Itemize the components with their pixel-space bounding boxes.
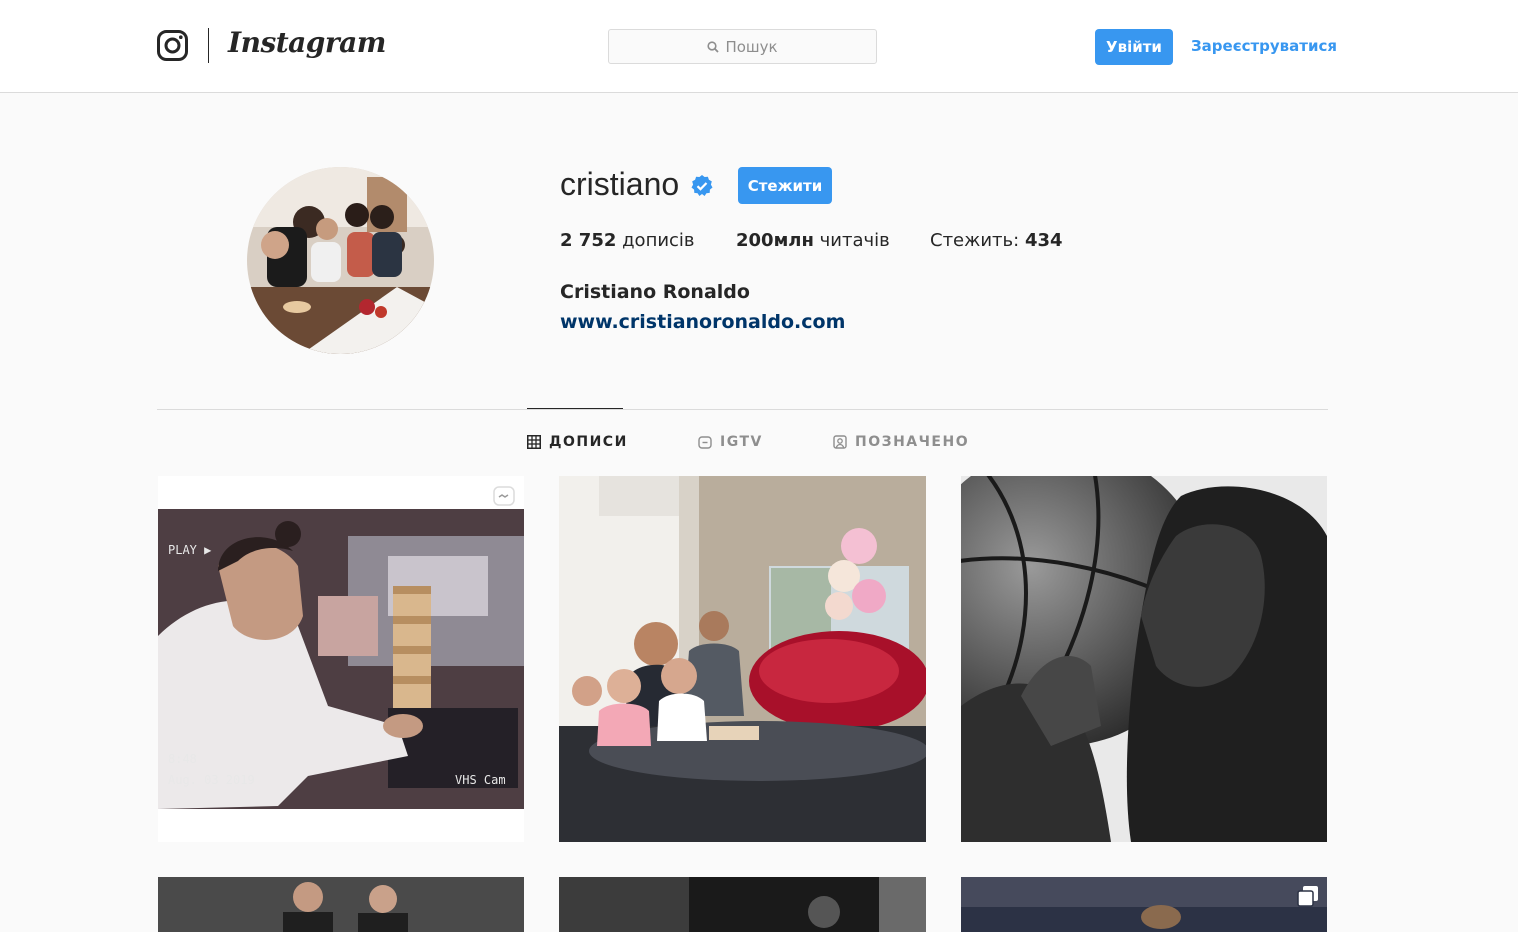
post-thumbnail[interactable]: PLAY ▶ 8:48 Aug. 03 2019 VHS Cam [158,476,524,842]
following-count-label: Стежить: [930,230,1020,251]
tab-igtv-label: IGTV [720,434,763,450]
signup-link[interactable]: Зареєструватися [1191,37,1337,55]
carousel-icon [1297,886,1318,907]
tab-tagged-label: ПОЗНАЧЕНО [855,434,970,450]
profile-username: cristiano [560,166,680,202]
posts-count-value: 2 752 [560,230,617,251]
active-tab-indicator [527,408,623,409]
vhs-date-label: Aug. 03 2019 [168,773,255,787]
vhs-cam-label: VHS Cam [455,773,506,787]
tab-igtv[interactable]: IGTV [698,434,763,450]
logo-divider [208,28,209,63]
grid-icon [527,435,541,449]
igtv-icon [493,486,515,506]
post-thumbnail[interactable] [961,476,1327,842]
top-navigation-bar: Instagram Пошук Увійти Зареєструватися [0,0,1518,93]
followers-count-label: читачів [819,230,890,251]
instagram-wordmark[interactable]: Instagram [228,26,386,59]
tab-posts[interactable]: ДОПИСИ [527,434,628,450]
posts-count: 2 752 дописів [560,230,695,251]
search-input[interactable]: Пошук [608,29,877,64]
login-button[interactable]: Увійти [1095,29,1173,65]
post-thumbnail[interactable] [559,476,926,842]
following-count-value: 434 [1024,230,1063,251]
follow-button[interactable]: Стежити [738,167,832,204]
followers-count[interactable]: 200млн читачів [736,230,890,251]
igtv-icon [698,436,712,449]
instagram-glyph-icon[interactable] [157,30,188,61]
tabs-divider [157,409,1328,410]
tab-tagged[interactable]: ПОЗНАЧЕНО [833,434,969,450]
post-thumbnail[interactable] [559,877,926,932]
following-count[interactable]: Стежить: 434 [930,230,1063,251]
tab-posts-label: ДОПИСИ [549,434,628,450]
vhs-play-label: PLAY ▶ [168,543,212,557]
profile-website-link[interactable]: www.cristianoronaldo.com [560,311,845,333]
search-placeholder: Пошук [725,37,778,56]
followers-count-value: 200млн [736,230,814,251]
vhs-time-label: 8:48 [168,752,197,766]
post-thumbnail[interactable] [158,877,524,932]
profile-avatar[interactable] [247,167,434,354]
posts-count-label: дописів [622,230,695,251]
tagged-icon [833,435,847,449]
verified-badge-icon [691,175,713,196]
post-thumbnail[interactable] [961,877,1327,932]
search-icon [707,40,720,53]
profile-full-name: Cristiano Ronaldo [560,281,750,303]
